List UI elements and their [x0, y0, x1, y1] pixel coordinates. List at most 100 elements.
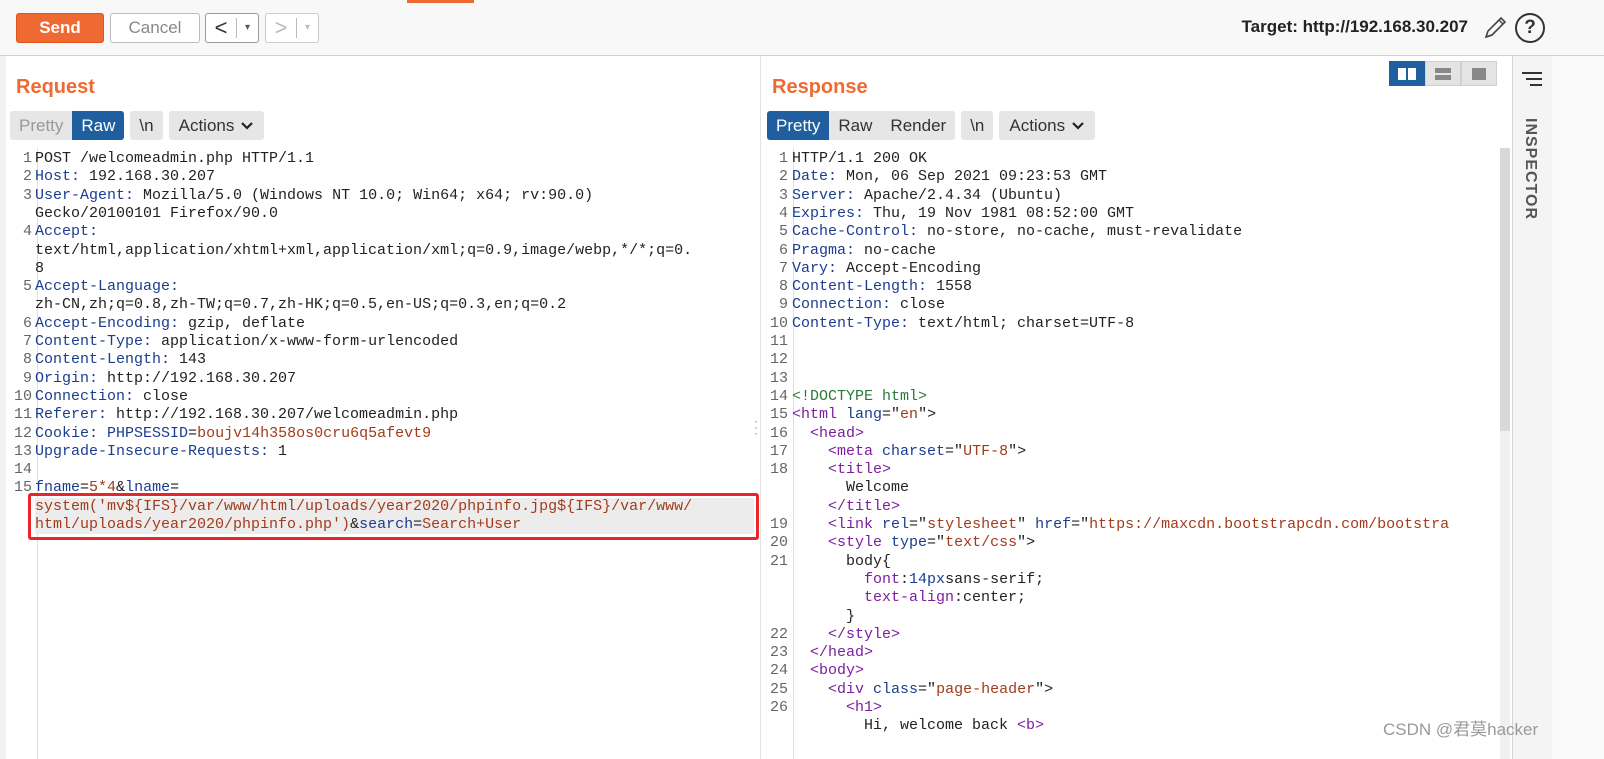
request-tab-pretty[interactable]: Pretty	[10, 111, 73, 140]
code-line[interactable]: Connection: close	[35, 388, 188, 406]
back-history-dropdown-icon[interactable]: ▾	[236, 18, 258, 38]
code-line[interactable]: Pragma: no-cache	[792, 242, 936, 260]
layout-toggle-group	[1389, 61, 1497, 86]
code-line[interactable]: Gecko/20100101 Firefox/90.0	[35, 205, 278, 223]
code-token: Accept-Encoding:	[35, 314, 180, 332]
code-line[interactable]: Content-Type: text/html; charset=UTF-8	[792, 315, 1134, 333]
layout-tabs-button[interactable]	[1461, 61, 1497, 86]
code-line[interactable]: Cache-Control: no-store, no-cache, must-…	[792, 223, 1242, 241]
code-token: </head>	[810, 644, 874, 662]
panel-divider[interactable]	[760, 56, 761, 759]
forward-arrow-icon[interactable]: >	[266, 14, 296, 42]
code-line[interactable]: body{	[792, 553, 891, 571]
line-number: 5	[22, 278, 32, 296]
code-line[interactable]: text-align:center;	[792, 589, 1026, 607]
request-newline-toggle[interactable]: \n	[130, 111, 163, 140]
code-line[interactable]: Referer: http://192.168.30.207/welcomead…	[35, 406, 458, 424]
code-token: ="	[882, 406, 901, 424]
response-editor[interactable]: 1 HTTP/1.1 200 OK 2 Date: Mon, 06 Sep 2021 …	[762, 148, 1500, 759]
code-line[interactable]: Hi, welcome back <b>	[792, 717, 1044, 735]
layout-side-by-side-button[interactable]	[1389, 61, 1425, 86]
code-line[interactable]: <title>	[792, 461, 891, 479]
request-title: Request	[16, 76, 95, 98]
code-token: HTTP/1.1 200 OK	[792, 150, 928, 167]
code-line[interactable]: <meta charset="UTF-8">	[792, 443, 1026, 461]
code-token: no-store, no-cache, must-revalidate	[918, 223, 1243, 241]
line-number: 1	[22, 150, 32, 167]
code-token: Content-Type:	[792, 314, 910, 332]
send-button[interactable]: Send	[16, 13, 104, 43]
code-line[interactable]: <head>	[792, 425, 864, 443]
code-token: <link	[828, 516, 883, 533]
code-line[interactable]: <style type="text/css">	[792, 534, 1035, 552]
code-line[interactable]: Cookie: PHPSESSID=boujv14h358os0cru6q5af…	[35, 425, 431, 443]
code-line[interactable]: <!DOCTYPE html>	[792, 388, 927, 406]
code-line[interactable]: font:14pxsans-serif;	[792, 571, 1044, 589]
response-newline-toggle[interactable]: \n	[961, 111, 994, 140]
code-line[interactable]: text/html,application/xhtml+xml,applicat…	[35, 242, 692, 260]
back-nav-group[interactable]: < ▾	[205, 13, 259, 43]
code-line[interactable]: Upgrade-Insecure-Requests: 1	[35, 443, 287, 461]
code-line[interactable]: <link rel="stylesheet" href="https://max…	[792, 516, 1449, 534]
code-line[interactable]: </title>	[792, 498, 900, 516]
code-token: Mozilla/5.0 (Windows NT 10.0; Win64; x64…	[134, 186, 594, 204]
code-line[interactable]: zh-CN,zh;q=0.8,zh-TW;q=0.7,zh-HK;q=0.5,e…	[35, 296, 566, 314]
request-actions-menu[interactable]: Actions	[168, 111, 265, 140]
response-tab-pretty[interactable]: Pretty	[767, 111, 830, 140]
code-line[interactable]: HTTP/1.1 200 OK	[792, 150, 927, 168]
code-line[interactable]: POST /welcomeadmin.php HTTP/1.1	[35, 150, 314, 168]
code-token: <html	[792, 406, 847, 424]
inspector-label[interactable]: INSPECTOR	[1521, 118, 1539, 220]
code-line[interactable]: 8	[35, 260, 44, 278]
code-line[interactable]: }	[792, 608, 855, 626]
panel-resize-handle-icon[interactable]: · · ·	[754, 415, 760, 439]
inspector-menu-icon[interactable]	[1521, 70, 1543, 88]
code-line[interactable]: Origin: http://192.168.30.207	[35, 370, 296, 388]
code-line[interactable]: Accept-Encoding: gzip, deflate	[35, 315, 305, 333]
code-line[interactable]: Vary: Accept-Encoding	[792, 260, 981, 278]
help-icon[interactable]: ?	[1515, 13, 1545, 43]
code-line[interactable]: User-Agent: Mozilla/5.0 (Windows NT 10.0…	[35, 187, 593, 205]
code-token: boujv14h358os0cru6q5afevt9	[197, 424, 432, 442]
cancel-button[interactable]: Cancel	[110, 13, 200, 43]
response-tab-raw[interactable]: Raw	[829, 111, 882, 140]
code-line[interactable]: Content-Length: 143	[35, 351, 206, 369]
back-arrow-icon[interactable]: <	[206, 14, 236, 42]
response-actions-menu[interactable]: Actions	[999, 111, 1096, 140]
request-editor[interactable]: 1 POST /welcomeadmin.php HTTP/1.1 2 Host: 1…	[6, 148, 754, 759]
code-line[interactable]: <h1>	[792, 699, 882, 717]
line-number: 10	[13, 387, 32, 405]
code-token: en	[900, 406, 919, 424]
code-token: ">	[1035, 680, 1054, 698]
code-line[interactable]: </head>	[792, 644, 873, 662]
line-number: 6	[22, 314, 32, 332]
code-line[interactable]: </style>	[792, 626, 900, 644]
code-line[interactable]: Accept-Language:	[35, 278, 179, 296]
request-tab-raw[interactable]: Raw	[72, 111, 125, 140]
layout-top-bottom-button[interactable]	[1425, 61, 1461, 86]
forward-nav-group[interactable]: > ▾	[265, 13, 319, 43]
code-line[interactable]: Server: Apache/2.4.34 (Ubuntu)	[792, 187, 1062, 205]
code-line[interactable]: Connection: close	[792, 296, 945, 314]
code-line[interactable]: <div class="page-header">	[792, 681, 1053, 699]
code-line[interactable]: Accept:	[35, 223, 98, 241]
forward-history-dropdown-icon[interactable]: ▾	[296, 18, 318, 38]
response-scrollbar-thumb[interactable]	[1500, 148, 1510, 431]
response-tabbar: Pretty Raw Render \n Actions	[767, 111, 1096, 140]
code-line[interactable]: Date: Mon, 06 Sep 2021 09:23:53 GMT	[792, 168, 1107, 186]
code-line[interactable]: Content-Length: 1558	[792, 278, 972, 296]
code-line[interactable]: Welcome	[792, 479, 909, 497]
code-line[interactable]: <body>	[792, 662, 864, 680]
code-line[interactable]: Expires: Thu, 19 Nov 1981 08:52:00 GMT	[792, 205, 1134, 223]
edit-target-pencil-icon[interactable]	[1482, 14, 1508, 42]
code-line[interactable]: <html lang="en">	[792, 406, 936, 424]
code-token: Connection:	[792, 296, 892, 314]
response-tab-render[interactable]: Render	[881, 111, 956, 140]
code-line[interactable]: Host: 192.168.30.207	[35, 168, 215, 186]
code-line[interactable]: Content-Type: application/x-www-form-url…	[35, 333, 458, 351]
code-token: no-cache	[855, 241, 937, 259]
